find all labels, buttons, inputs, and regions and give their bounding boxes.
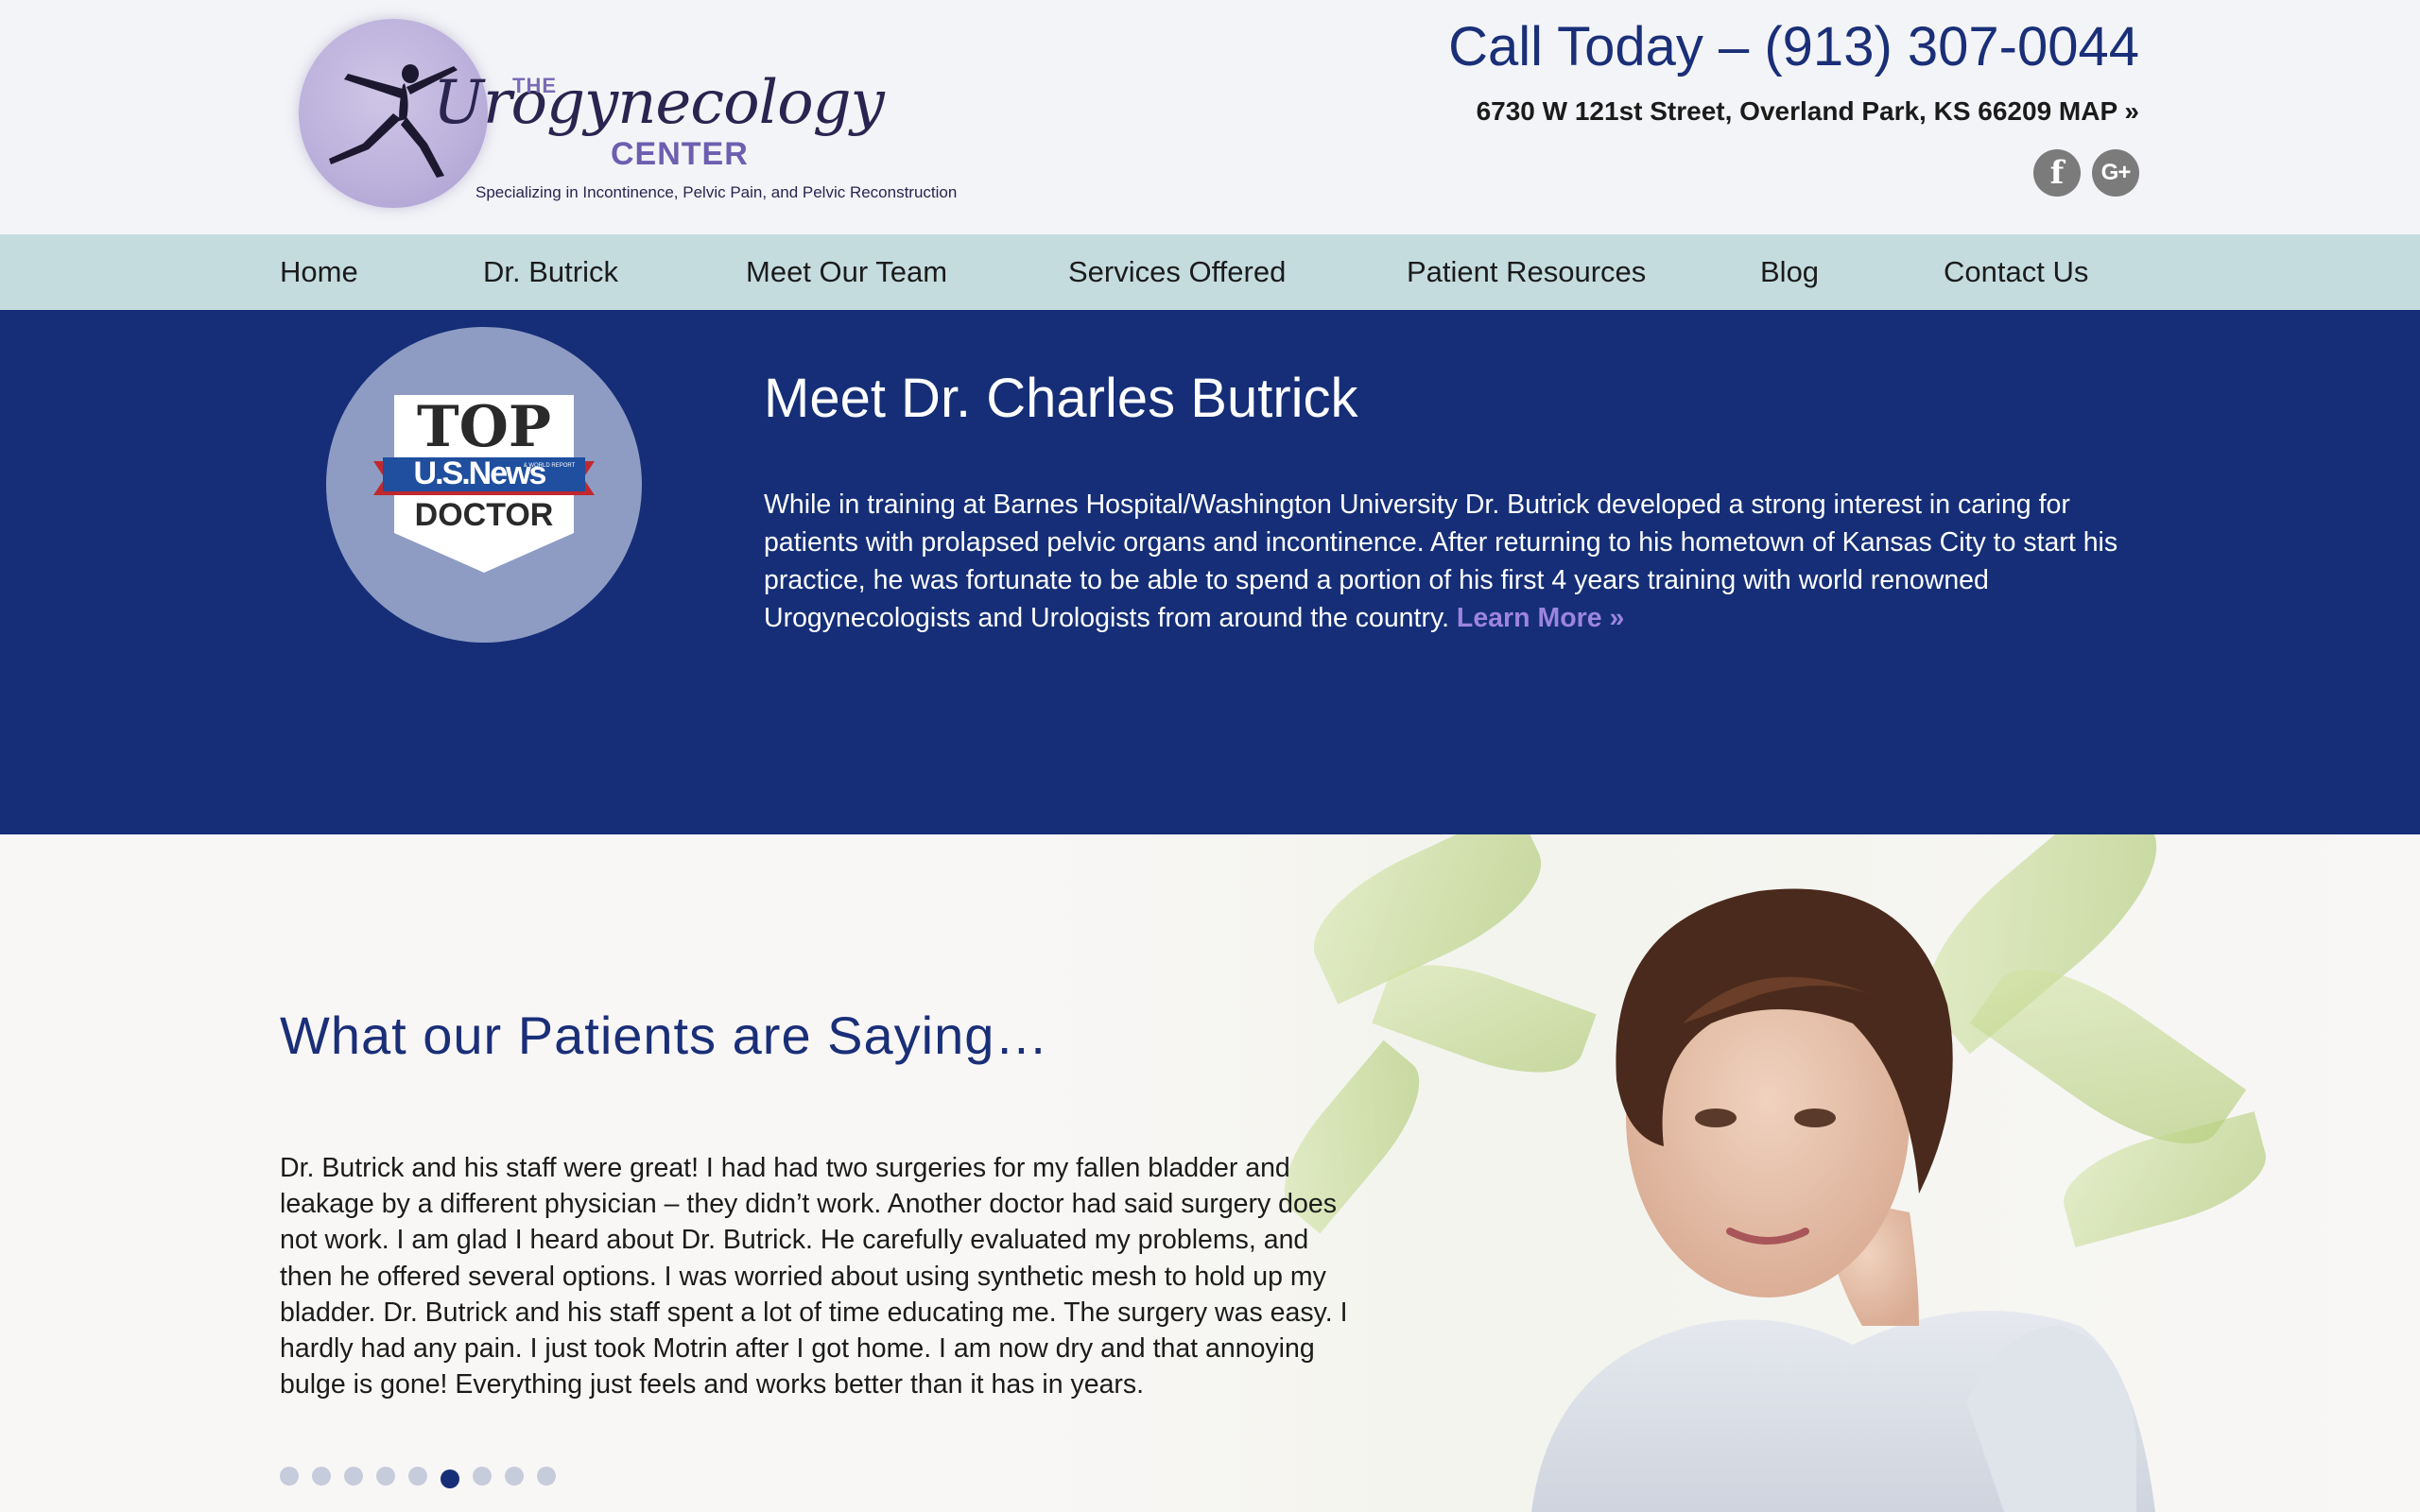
site-header: Urogynecology THE CENTER Specializing in… bbox=[0, 0, 2420, 234]
carousel-dot[interactable] bbox=[505, 1467, 524, 1486]
carousel-dot-active[interactable] bbox=[441, 1469, 459, 1488]
testimonials-title: What our Patients are Saying… bbox=[280, 1005, 1049, 1065]
carousel-dot[interactable] bbox=[376, 1467, 395, 1486]
nav-item-contact-us[interactable]: Contact Us bbox=[1944, 234, 2088, 310]
learn-more-link[interactable]: Learn More » bbox=[1457, 603, 1624, 633]
logo-wordmark: Urogynecology bbox=[433, 68, 885, 138]
meet-title: Meet Dr. Charles Butrick bbox=[764, 368, 1358, 429]
testimonial-quote: Dr. Butrick and his staff were great! I … bbox=[280, 1153, 1348, 1400]
nav-item-blog[interactable]: Blog bbox=[1760, 234, 1819, 310]
nav-item-patient-resources[interactable]: Patient Resources bbox=[1407, 234, 1646, 310]
woman-portrait-photo bbox=[1531, 888, 2155, 1512]
social-links: f G+ bbox=[2033, 149, 2139, 197]
call-today-phone[interactable]: Call Today – (913) 307-0044 bbox=[1448, 15, 2139, 78]
badge-top-text: TOP bbox=[417, 394, 551, 460]
nav-item-meet-our-team[interactable]: Meet Our Team bbox=[746, 234, 947, 310]
logo-the: THE bbox=[512, 74, 557, 97]
logo-tagline: Specializing in Incontinence, Pelvic Pai… bbox=[475, 183, 958, 201]
google-plus-icon[interactable]: G+ bbox=[2092, 149, 2139, 197]
facebook-icon[interactable]: f bbox=[2033, 149, 2081, 197]
top-doctor-badge-circle: TOP U.S.News & WORLD REPORT DOCTOR bbox=[326, 327, 642, 643]
carousel-dot[interactable] bbox=[473, 1467, 492, 1486]
meet-text: While in training at Barnes Hospital/Was… bbox=[764, 486, 2135, 637]
nav-item-dr-butrick[interactable]: Dr. Butrick bbox=[483, 234, 618, 310]
carousel-dot[interactable] bbox=[312, 1467, 331, 1486]
us-news-top-doctor-badge: TOP U.S.News & WORLD REPORT DOCTOR bbox=[373, 394, 595, 573]
main-nav: Home Dr. Butrick Meet Our Team Services … bbox=[0, 234, 2420, 310]
meet-doctor-section: TOP U.S.News & WORLD REPORT DOCTOR Meet … bbox=[0, 310, 2420, 834]
carousel-dots bbox=[280, 1464, 556, 1488]
meet-paragraph: While in training at Barnes Hospital/Was… bbox=[764, 490, 2118, 633]
testimonials-section: What our Patients are Saying… Dr. Butric… bbox=[0, 834, 2420, 1512]
nav-item-home[interactable]: Home bbox=[280, 234, 358, 310]
site-logo[interactable]: Urogynecology THE CENTER Specializing in… bbox=[293, 17, 1011, 215]
carousel-dot[interactable] bbox=[344, 1467, 363, 1486]
carousel-dot[interactable] bbox=[537, 1467, 556, 1486]
carousel-dot[interactable] bbox=[408, 1467, 427, 1486]
logo-center: CENTER bbox=[611, 136, 749, 172]
badge-brand-text: U.S.News bbox=[414, 455, 546, 491]
address-map-link[interactable]: 6730 W 121st Street, Overland Park, KS 6… bbox=[1477, 96, 2139, 127]
nav-item-services-offered[interactable]: Services Offered bbox=[1068, 234, 1286, 310]
badge-small-text: & WORLD REPORT bbox=[524, 463, 576, 469]
badge-doctor-text: DOCTOR bbox=[415, 497, 554, 533]
carousel-dot[interactable] bbox=[280, 1467, 299, 1486]
